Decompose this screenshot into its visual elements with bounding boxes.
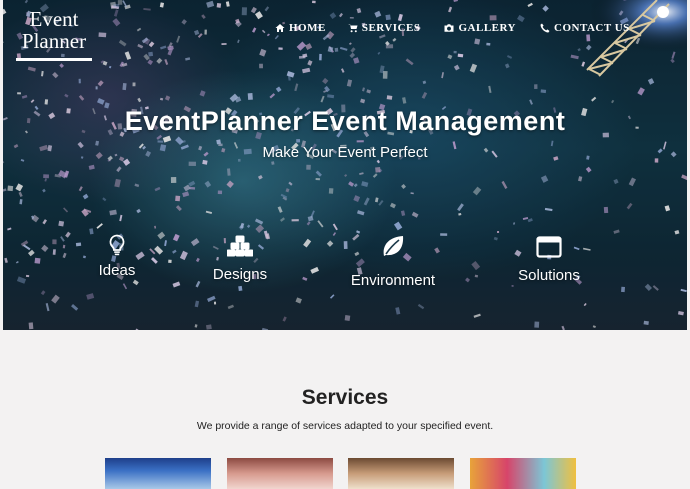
camera-icon xyxy=(444,24,454,32)
services-heading: Services xyxy=(301,386,389,409)
feature-designs-label: Designs xyxy=(212,266,268,283)
lightbulb-icon xyxy=(109,234,125,256)
nav-home-label: HOME xyxy=(289,22,326,34)
nav-services-label: SERVICES xyxy=(361,22,421,34)
nav-services[interactable]: SERVICES xyxy=(347,22,421,34)
phone-icon xyxy=(540,23,550,33)
feature-environment[interactable]: Environment xyxy=(341,234,445,289)
hero-title: EventPlanner Event Management xyxy=(124,106,566,136)
main-nav: HOME SERVICES GALLERY CONTACT US xyxy=(275,22,630,34)
feature-environment-label: Environment xyxy=(350,272,436,289)
nav-gallery[interactable]: GALLERY xyxy=(444,22,516,34)
leaf-icon xyxy=(383,236,404,256)
service-thumbnail[interactable] xyxy=(470,458,576,489)
hero-banner: Event Planner HOME SERVICES GALLERY CONT… xyxy=(3,0,687,330)
feature-ideas-label: Ideas xyxy=(98,262,136,279)
service-thumbnail[interactable] xyxy=(227,458,333,489)
feature-solutions-label: Solutions xyxy=(518,267,580,284)
nav-home[interactable]: HOME xyxy=(275,22,326,34)
feature-solutions[interactable]: Solutions xyxy=(508,236,590,284)
brand-line-2: Planner xyxy=(21,29,87,53)
service-thumbnail[interactable] xyxy=(348,458,454,489)
cart-icon xyxy=(347,24,358,33)
home-icon xyxy=(275,24,285,32)
nav-contact-label: CONTACT US xyxy=(554,22,630,34)
service-thumbnail[interactable] xyxy=(105,458,211,489)
window-icon xyxy=(536,236,562,258)
nav-contact[interactable]: CONTACT US xyxy=(540,22,630,34)
logo-underline xyxy=(16,58,92,61)
feature-ideas[interactable]: Ideas xyxy=(87,234,147,279)
services-description: We provide a range of services adapted t… xyxy=(196,420,494,432)
nav-gallery-label: GALLERY xyxy=(458,22,516,34)
blocks-icon xyxy=(227,235,253,257)
feature-designs[interactable]: Designs xyxy=(203,235,277,283)
brand-logo[interactable]: Event Planner xyxy=(13,8,95,52)
brand-line-1: Event xyxy=(29,7,79,31)
stage-truss-image xyxy=(537,0,687,80)
hero-subtitle: Make Your Event Perfect xyxy=(262,144,428,161)
